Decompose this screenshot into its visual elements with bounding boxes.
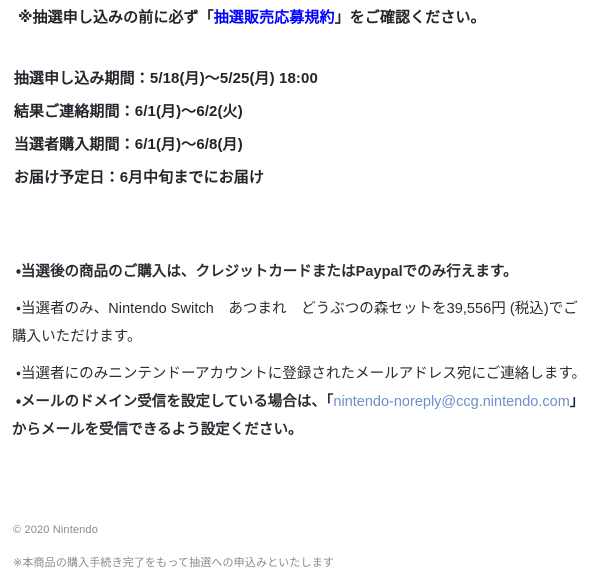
notice-headline: ※抽選申し込みの前に必ず「抽選販売応募規約」をご確認ください。 (18, 8, 578, 28)
copyright-text: © 2020 Nintendo (13, 524, 98, 536)
bullet-winner-price: ・当選者のみ、Nintendo Switch あつまれ どうぶつの森セットを39… (12, 301, 578, 345)
notice-prefix-text: ※抽選申し込みの前に必ず「 (18, 9, 214, 26)
bullet-payment-methods: ・当選後の商品のご購入は、クレジットカードまたはPaypalでのみ行えます。 (16, 264, 518, 280)
schedule-row-delivery-date: お届け予定日：6月中旬までにお届け (14, 169, 265, 186)
page-root: ※抽選申し込みの前に必ず「抽選販売応募規約」をご確認ください。 抽選申し込み期間… (0, 0, 596, 573)
footer-disclaimer-text: ※本商品の購入手続き完了をもって抽選への申込みといたします (13, 557, 335, 569)
bullet-domain-prefix-text: ・メールのドメイン受信を設定している場合は、「 (16, 394, 334, 410)
bullet-notes-block: ・当選後の商品のご購入は、クレジットカードまたはPaypalでのみ行えます。 ・… (12, 258, 590, 444)
schedule-row-application-period: 抽選申し込み期間：5/18(月)〜5/25(月) 18:00 (14, 70, 318, 87)
bullet-email-contact: ・当選者にのみニンテンドーアカウントに登録されたメールアドレス宛にご連絡します。 (16, 366, 587, 382)
notice-suffix-text: 」をご確認ください。 (334, 9, 486, 26)
lottery-terms-link[interactable]: 抽選販売応募規約 (214, 9, 335, 26)
schedule-row-winner-purchase-period: 当選者購入期間：6/1(月)〜6/8(月) (14, 136, 243, 153)
schedule-row-result-notice-period: 結果ご連絡期間：6/1(月)〜6/2(火) (14, 103, 243, 120)
bullet-domain-filter: ・メールのドメイン受信を設定している場合は、「nintendo-noreply@… (12, 388, 590, 444)
nintendo-noreply-email-link[interactable]: nintendo-noreply@ccg.nintendo.com (333, 394, 569, 410)
schedule-block: 抽選申し込み期間：5/18(月)〜5/25(月) 18:00 結果ご連絡期間：6… (14, 70, 574, 202)
